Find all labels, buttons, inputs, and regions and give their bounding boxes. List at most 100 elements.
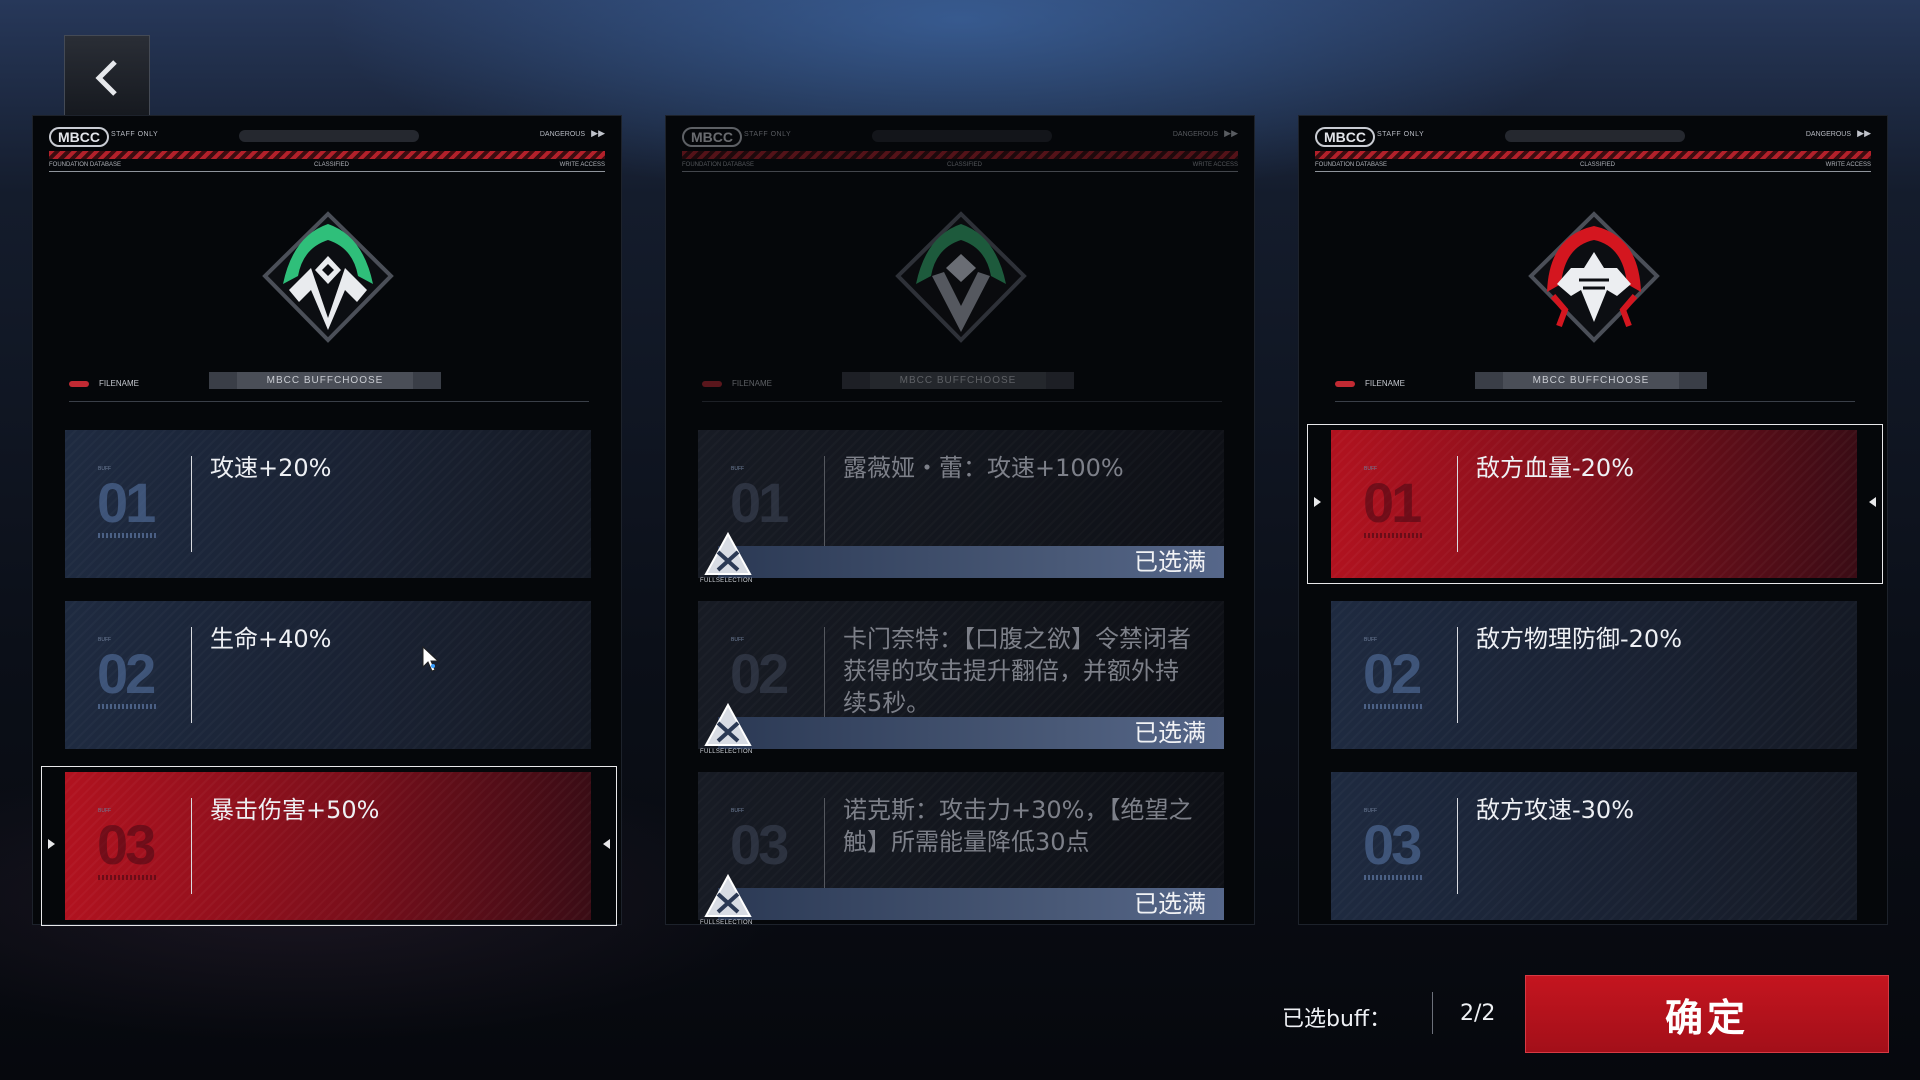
full-selection-bar: 已选满 bbox=[718, 717, 1224, 749]
sub-right-label: WRITE ACCESS bbox=[1192, 162, 1238, 168]
filename-row: FILENAME MBCC BUFFCHOOSE bbox=[69, 372, 589, 402]
buffchoose-bar: MBCC BUFFCHOOSE bbox=[842, 372, 1074, 389]
full-selection-caption: FULLSELECTION bbox=[700, 749, 753, 755]
buff-option-1-1[interactable]: BUFF 01 攻速+20% bbox=[65, 430, 591, 578]
hazard-stripe bbox=[49, 151, 605, 159]
option-text: 露薇娅・蕾：攻速+100% bbox=[843, 454, 1124, 482]
option-divider bbox=[1457, 456, 1458, 552]
option-text: 敌方攻速-30% bbox=[1476, 796, 1635, 824]
header-bar bbox=[1505, 130, 1685, 142]
file-indicator bbox=[69, 381, 89, 387]
full-selection-label: 已选满 bbox=[1134, 548, 1206, 576]
selection-arrow-left-icon bbox=[48, 839, 55, 849]
red-crest-emblem-icon bbox=[1528, 211, 1660, 343]
buffchoose-bar: MBCC BUFFCHOOSE bbox=[209, 372, 441, 389]
filename-row: FILENAME MBCC BUFFCHOOSE bbox=[1335, 372, 1855, 402]
option-divider bbox=[824, 456, 825, 552]
option-number: 03 bbox=[97, 813, 156, 876]
staff-only-label: STAFF ONLY bbox=[744, 131, 792, 138]
filename-label: FILENAME bbox=[99, 379, 140, 388]
sub-left-label: FOUNDATION DATABASE bbox=[49, 162, 122, 168]
option-number: 03 bbox=[1363, 813, 1422, 876]
option-divider bbox=[191, 627, 192, 723]
dangerous-label: DANGEROUS bbox=[539, 131, 585, 138]
selection-arrow-left-icon bbox=[1314, 497, 1321, 507]
option-divider bbox=[824, 627, 825, 723]
option-divider bbox=[1457, 627, 1458, 723]
buff-option-2-1: BUFF 01 露薇娅・蕾：攻速+100% 已选满 FULLSELECTION bbox=[698, 430, 1224, 584]
buff-option-3-3[interactable]: BUFF 03 敌方攻速-30% bbox=[1331, 772, 1857, 920]
option-text: 敌方血量-20% bbox=[1476, 454, 1635, 482]
sub-left-label: FOUNDATION DATABASE bbox=[682, 162, 755, 168]
option-number: 01 bbox=[97, 471, 156, 534]
mbcc-badge: MBCC bbox=[49, 127, 109, 147]
full-selection-caption: FULLSELECTION bbox=[700, 578, 753, 584]
full-selection-label: 已选满 bbox=[1134, 719, 1206, 747]
dark-crest-emblem-icon bbox=[895, 211, 1027, 343]
filename-row: FILENAME MBCC BUFFCHOOSE bbox=[702, 372, 1222, 402]
fast-forward-icon: ▶▶ bbox=[1857, 129, 1871, 139]
mbcc-badge: MBCC bbox=[682, 127, 742, 147]
option-number: 01 bbox=[730, 471, 789, 534]
selected-buff-label: 已选buff： bbox=[1282, 1007, 1392, 1032]
header-subline: FOUNDATION DATABASE CLASSIFIED WRITE ACC… bbox=[49, 162, 605, 172]
buffchoose-bar: MBCC BUFFCHOOSE bbox=[1475, 372, 1707, 389]
green-crest-emblem-icon bbox=[262, 211, 394, 343]
back-button[interactable] bbox=[64, 35, 150, 120]
footer-divider bbox=[1432, 992, 1433, 1034]
panel-header: MBCC STAFF ONLY DANGEROUS ▶▶ FOUNDATION … bbox=[49, 124, 605, 172]
file-indicator bbox=[702, 381, 722, 387]
mbcc-badge: MBCC bbox=[1315, 127, 1375, 147]
confirm-button[interactable]: 确定 bbox=[1525, 975, 1889, 1053]
option-text: 暴击伤害+50% bbox=[210, 796, 380, 824]
sub-left-label: FOUNDATION DATABASE bbox=[1315, 162, 1388, 168]
dangerous-label: DANGEROUS bbox=[1172, 131, 1218, 138]
buff-option-2-3: BUFF 03 诺克斯：攻击力+30%，【绝望之触】所需能量降低30点 已选满 … bbox=[698, 772, 1224, 926]
buff-option-3-2[interactable]: BUFF 02 敌方物理防御-20% bbox=[1331, 601, 1857, 749]
buff-panel-3: MBCC STAFF ONLY DANGEROUS ▶▶ FOUNDATION … bbox=[1298, 115, 1888, 925]
option-num-bars bbox=[98, 875, 156, 880]
selection-arrow-right-icon bbox=[1869, 497, 1876, 507]
option-number: 01 bbox=[1363, 471, 1422, 534]
filename-label: FILENAME bbox=[732, 379, 773, 388]
option-num-bars bbox=[98, 533, 156, 538]
header-bar bbox=[239, 130, 419, 142]
option-divider bbox=[824, 798, 825, 894]
option-divider bbox=[191, 798, 192, 894]
sub-center-label: CLASSIFIED bbox=[1580, 162, 1616, 168]
full-selection-bar: 已选满 bbox=[718, 546, 1224, 578]
mouse-cursor-icon bbox=[422, 646, 440, 672]
option-num-bars bbox=[1364, 875, 1422, 880]
option-text: 攻速+20% bbox=[210, 454, 332, 482]
dangerous-label: DANGEROUS bbox=[1805, 131, 1851, 138]
header-subline: FOUNDATION DATABASE CLASSIFIED WRITE ACC… bbox=[1315, 162, 1871, 172]
hazard-stripe bbox=[682, 151, 1238, 159]
selected-buff-count: 2/2 bbox=[1460, 1001, 1496, 1026]
option-text: 敌方物理防御-20% bbox=[1476, 625, 1683, 653]
option-divider bbox=[191, 456, 192, 552]
buff-option-2-2: BUFF 02 卡门奈特：【口腹之欲】令禁闭者获得的攻击提升翻倍，并额外持续5秒… bbox=[698, 601, 1224, 755]
full-selection-label: 已选满 bbox=[1134, 890, 1206, 918]
option-num-bars bbox=[1364, 704, 1422, 709]
option-num-bars bbox=[98, 704, 156, 709]
buff-option-1-3-selected[interactable]: BUFF 03 暴击伤害+50% bbox=[41, 766, 617, 926]
option-text: 卡门奈特：【口腹之欲】令禁闭者获得的攻击提升翻倍，并额外持续5秒。 bbox=[843, 625, 1191, 717]
header-subline: FOUNDATION DATABASE CLASSIFIED WRITE ACC… bbox=[682, 162, 1238, 172]
buff-option-3-1-selected[interactable]: BUFF 01 敌方血量-20% bbox=[1307, 424, 1883, 584]
full-selection-bar: 已选满 bbox=[718, 888, 1224, 920]
full-selection-caption: FULLSELECTION bbox=[700, 920, 753, 926]
option-number: 02 bbox=[730, 642, 789, 705]
fast-forward-icon: ▶▶ bbox=[1224, 129, 1238, 139]
option-number: 02 bbox=[97, 642, 156, 705]
chevron-left-icon bbox=[95, 59, 117, 96]
buff-panel-2: MBCC STAFF ONLY DANGEROUS ▶▶ FOUNDATION … bbox=[665, 115, 1255, 926]
sub-center-label: CLASSIFIED bbox=[947, 162, 983, 168]
buff-option-1-2[interactable]: BUFF 02 生命+40% bbox=[65, 601, 591, 749]
panel-header: MBCC STAFF ONLY DANGEROUS ▶▶ FOUNDATION … bbox=[1315, 124, 1871, 172]
buff-panel-1: MBCC STAFF ONLY DANGEROUS ▶▶ FOUNDATION … bbox=[32, 115, 622, 926]
file-indicator bbox=[1335, 381, 1355, 387]
selection-arrow-right-icon bbox=[603, 839, 610, 849]
sub-right-label: WRITE ACCESS bbox=[559, 162, 605, 168]
panel-header: MBCC STAFF ONLY DANGEROUS ▶▶ FOUNDATION … bbox=[682, 124, 1238, 172]
option-num-bars bbox=[1364, 533, 1422, 538]
